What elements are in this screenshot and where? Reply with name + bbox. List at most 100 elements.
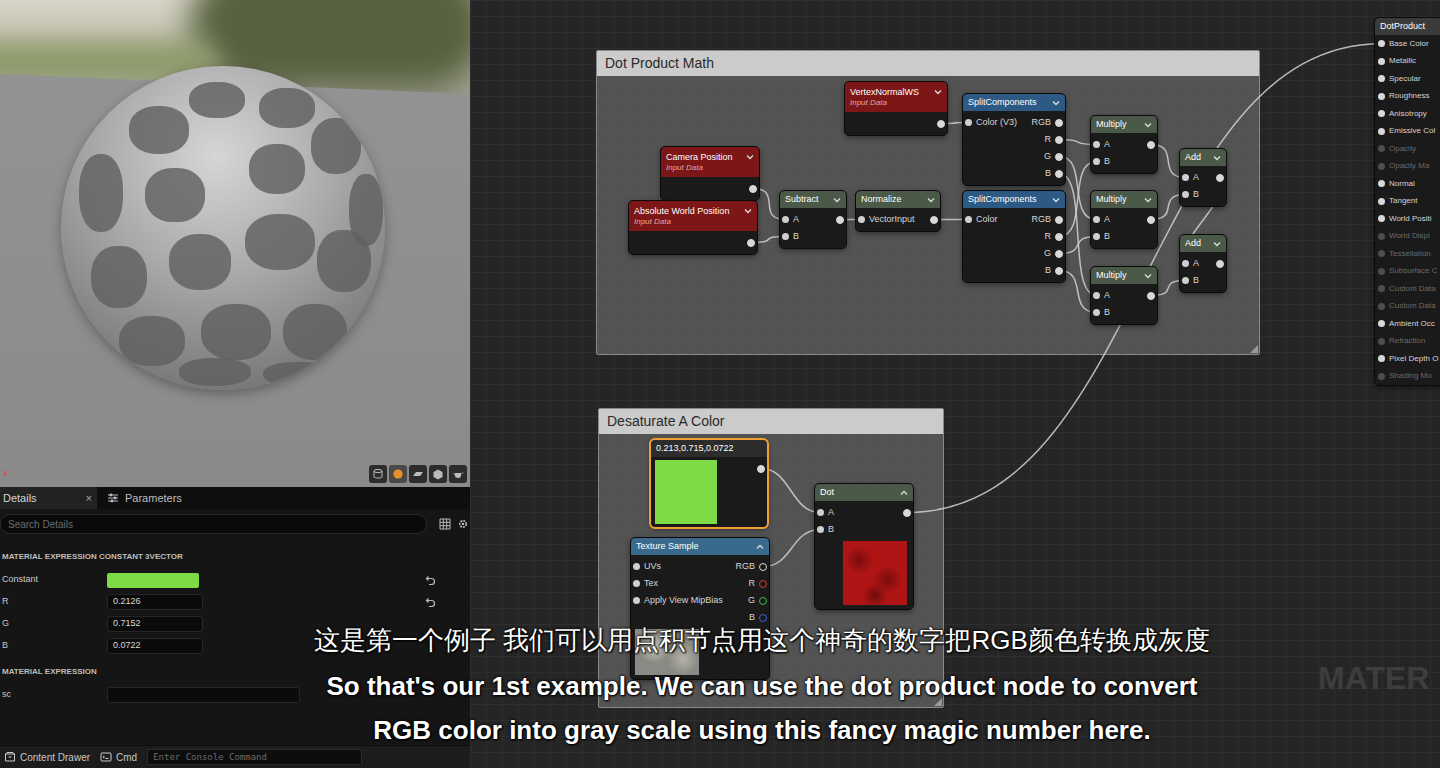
input-pin-row[interactable]: Color: [965, 211, 998, 228]
preview-sphere[interactable]: [61, 66, 385, 390]
material-input-row[interactable]: Refraction: [1375, 333, 1440, 351]
input-pin-row[interactable]: B: [1093, 153, 1110, 170]
graph-node[interactable]: SplitComponentsColor (V3)RGBRGB: [963, 94, 1065, 185]
output-pin-icon[interactable]: [1147, 141, 1155, 149]
input-pin-icon[interactable]: [1182, 191, 1189, 198]
output-pin-icon[interactable]: [749, 185, 757, 193]
collapse-chevron-icon[interactable]: [1144, 196, 1152, 204]
material-input-row[interactable]: Base Color: [1375, 35, 1440, 53]
material-input-row[interactable]: Custom Data: [1375, 280, 1440, 298]
number-field[interactable]: 0.0722: [107, 638, 203, 654]
material-input-row[interactable]: Metallic: [1375, 53, 1440, 71]
input-pin-row[interactable]: Tex: [633, 575, 723, 592]
input-pin-row[interactable]: B: [817, 521, 834, 538]
output-pin-row[interactable]: [749, 180, 757, 197]
output-pin-row[interactable]: B: [749, 609, 767, 626]
input-pin-icon[interactable]: [1378, 233, 1385, 240]
input-pin-row[interactable]: A: [782, 211, 799, 228]
input-pin-icon[interactable]: [1378, 145, 1385, 152]
material-input-row[interactable]: World Positi: [1375, 210, 1440, 228]
output-pin-icon[interactable]: [1216, 174, 1224, 182]
output-pin-row[interactable]: [1216, 169, 1224, 186]
collapse-chevron-icon[interactable]: [746, 153, 754, 161]
output-pin-row[interactable]: R: [749, 575, 768, 592]
output-pin-icon[interactable]: [1147, 292, 1155, 300]
material-input-row[interactable]: Emissive Col: [1375, 123, 1440, 141]
input-pin-icon[interactable]: [633, 580, 640, 587]
material-input-row[interactable]: Roughness: [1375, 88, 1440, 106]
input-pin-row[interactable]: A: [1093, 211, 1110, 228]
input-pin-icon[interactable]: [1378, 303, 1385, 310]
output-pin-row[interactable]: [836, 211, 844, 228]
output-pin-row[interactable]: [1216, 255, 1224, 272]
output-pin-icon[interactable]: [759, 597, 767, 605]
output-pin-icon[interactable]: [930, 216, 938, 224]
resize-corner-icon[interactable]: [1250, 345, 1258, 353]
graph-node[interactable]: Camera PositionInput Data: [661, 147, 759, 200]
input-pin-icon[interactable]: [817, 526, 824, 533]
graph-node[interactable]: 0.213,0.715,0.0722: [651, 440, 767, 527]
collapse-chevron-icon[interactable]: [1213, 154, 1221, 162]
input-pin-icon[interactable]: [1182, 174, 1189, 181]
input-pin-icon[interactable]: [1378, 93, 1385, 100]
graph-node[interactable]: SubtractAB: [780, 191, 846, 248]
graph-node[interactable]: NormalizeVectorInput: [856, 191, 940, 231]
collapse-chevron-icon[interactable]: [1213, 240, 1221, 248]
input-pin-row[interactable]: Color (V3): [965, 114, 1017, 131]
output-pin-row[interactable]: G: [1044, 148, 1063, 165]
input-pin-icon[interactable]: [1093, 309, 1100, 316]
collapse-chevron-icon[interactable]: [1052, 196, 1060, 204]
input-pin-icon[interactable]: [858, 216, 865, 223]
preview-shape-button[interactable]: [369, 465, 387, 483]
output-pin-row[interactable]: G: [748, 592, 767, 609]
output-pin-row[interactable]: [1147, 287, 1155, 304]
graph-node[interactable]: VertexNormalWSInput Data: [845, 82, 947, 135]
collapse-chevron-icon[interactable]: [927, 196, 935, 204]
input-pin-icon[interactable]: [1378, 128, 1385, 135]
input-pin-icon[interactable]: [1182, 260, 1189, 267]
output-pin-icon[interactable]: [1216, 260, 1224, 268]
output-pin-icon[interactable]: [836, 216, 844, 224]
output-pin-icon[interactable]: [747, 239, 755, 247]
output-pin-row[interactable]: [930, 211, 938, 228]
number-field[interactable]: 0.2126: [107, 594, 203, 610]
color-swatch[interactable]: [107, 573, 199, 588]
material-input-row[interactable]: Opacity Ma: [1375, 158, 1440, 176]
output-pin-icon[interactable]: [1055, 153, 1063, 161]
graph-node[interactable]: Texture SampleUVsTexApply View MipBiasRG…: [631, 538, 769, 679]
output-pin-icon[interactable]: [757, 465, 765, 473]
input-pin-icon[interactable]: [1378, 373, 1385, 380]
output-pin-icon[interactable]: [1055, 250, 1063, 258]
graph-node[interactable]: AddAB: [1180, 149, 1226, 206]
collapse-chevron-icon[interactable]: [1144, 272, 1152, 280]
details-tab[interactable]: Parameters: [97, 487, 190, 509]
input-pin-icon[interactable]: [633, 563, 640, 570]
output-pin-icon[interactable]: [1055, 119, 1063, 127]
input-pin-row[interactable]: Apply View MipBias: [633, 592, 723, 609]
input-pin-icon[interactable]: [1378, 285, 1385, 292]
input-pin-row[interactable]: A: [1093, 287, 1110, 304]
input-pin-row[interactable]: B: [1093, 228, 1110, 245]
collapse-chevron-icon[interactable]: [833, 196, 841, 204]
output-pin-row[interactable]: R: [1045, 228, 1064, 245]
cmd-button[interactable]: Cmd: [100, 750, 137, 765]
output-pin-row[interactable]: RGB: [735, 558, 767, 575]
comment-title[interactable]: Dot Product Math: [597, 51, 1259, 76]
output-pin-row[interactable]: [937, 115, 945, 132]
resize-corner-icon[interactable]: [934, 698, 942, 706]
output-pin-icon[interactable]: [759, 580, 767, 588]
material-input-row[interactable]: Tessellation: [1375, 245, 1440, 263]
output-pin-row[interactable]: [1147, 211, 1155, 228]
collapse-chevron-icon[interactable]: [1052, 99, 1060, 107]
output-pin-row[interactable]: [757, 460, 765, 477]
material-graph[interactable]: Dot Product MathDesaturate A ColorCamera…: [470, 0, 1440, 768]
material-input-row[interactable]: Pixel Depth O: [1375, 350, 1440, 368]
graph-node[interactable]: SplitComponentsColorRGBRGB: [963, 191, 1065, 282]
output-pin-row[interactable]: RGB: [1031, 211, 1063, 228]
material-input-row[interactable]: Subsurface C: [1375, 263, 1440, 281]
input-pin-icon[interactable]: [1378, 163, 1385, 170]
graph-node[interactable]: MultiplyAB: [1091, 191, 1157, 248]
input-pin-icon[interactable]: [633, 597, 640, 604]
input-pin-icon[interactable]: [782, 233, 789, 240]
input-pin-icon[interactable]: [1378, 75, 1385, 82]
